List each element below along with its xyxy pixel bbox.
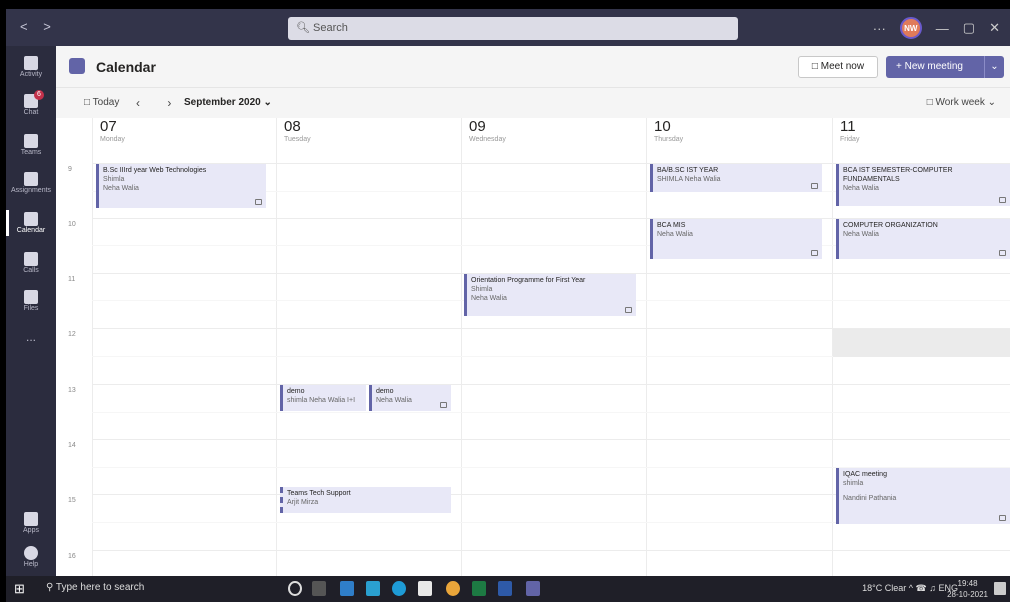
event-card[interactable]: BA/B.SC IST YEAR SHIMLA Neha Walia — [650, 164, 822, 192]
mail-icon[interactable] — [366, 581, 380, 596]
assignments-icon — [24, 172, 38, 186]
event-card[interactable]: demo Neha Walia — [369, 385, 451, 411]
chrome-icon[interactable] — [446, 581, 460, 596]
day-header-thursday[interactable]: 10 Thursday — [646, 118, 832, 156]
clock[interactable]: 19:48 28-10-2021 — [947, 578, 988, 600]
calendar-icon — [811, 183, 818, 189]
file-icon — [24, 290, 38, 304]
day-header-wednesday[interactable]: 09 Wednesday — [461, 118, 646, 156]
prev-next-arrows[interactable]: ‹ › — [136, 96, 183, 110]
teams-window: < > 🔍︎ Search ··· NW — ▢ ✕ Activity 6 Cha… — [6, 9, 1010, 602]
calendar-icon — [811, 250, 818, 256]
event-card[interactable]: Teams Tech Support Arjit Mirza — [280, 487, 451, 513]
teams-taskbar-icon[interactable] — [526, 581, 540, 596]
month-selector[interactable]: September 2020 ⌄ — [184, 97, 272, 108]
hour-label: 12 — [68, 331, 76, 338]
close-icon[interactable]: ✕ — [989, 20, 1000, 36]
calendar-icon — [999, 250, 1006, 256]
today-button[interactable]: □ Today — [84, 97, 119, 108]
more-options-icon[interactable]: ··· — [873, 21, 886, 36]
windows-start-icon[interactable]: ⊞ — [14, 582, 28, 596]
calendar-icon — [999, 515, 1006, 521]
event-card[interactable]: Orientation Programme for First Year Shim… — [464, 274, 636, 316]
store-icon[interactable] — [418, 581, 432, 596]
system-tray[interactable]: 18°C Clear ^ ☎ ♫ ENG — [862, 583, 958, 594]
rail-item-calendar[interactable]: Calendar — [6, 210, 56, 236]
blocked-slot — [833, 329, 1010, 357]
rail-item-activity[interactable]: Activity — [6, 56, 56, 78]
hour-label: 15 — [68, 497, 76, 504]
calendar-app-icon — [69, 58, 85, 74]
day-header-tuesday[interactable]: 08 Tuesday — [276, 118, 461, 156]
page-title: Calendar — [96, 59, 156, 75]
task-view-icon[interactable] — [312, 581, 326, 596]
view-selector[interactable]: □ Work week ⌄ — [927, 97, 996, 108]
avatar[interactable]: NW — [899, 17, 922, 39]
bell-icon — [24, 56, 38, 70]
hour-label: 9 — [68, 166, 72, 173]
calendar-toolbar: □ Today ‹ › September 2020 ⌄ □ Work week… — [56, 88, 1010, 118]
day-header-friday[interactable]: 11 Friday — [832, 118, 1010, 156]
event-card[interactable]: BCA MIS Neha Walia — [650, 219, 822, 259]
calendar-header: Calendar □ Meet now + New meeting ⌄ — [56, 46, 1010, 88]
hour-label: 10 — [68, 221, 76, 228]
help-icon — [24, 546, 38, 560]
event-card[interactable]: B.Sc IIIrd year Web Technologies Shimla Ne… — [96, 164, 266, 208]
back-forward-arrows[interactable]: < > — [20, 19, 57, 34]
notification-icon[interactable] — [994, 582, 1006, 595]
rail-more-button[interactable]: ... — [6, 330, 56, 344]
calendar-icon — [24, 212, 38, 226]
day-header-monday[interactable]: 07 Monday — [92, 118, 276, 156]
meet-now-button[interactable]: □ Meet now — [798, 56, 878, 78]
rail-item-calls[interactable]: Calls — [6, 252, 56, 274]
maximize-icon[interactable]: ▢ — [963, 20, 975, 36]
search-input[interactable]: 🔍︎ Search — [288, 17, 738, 40]
excel-icon[interactable] — [472, 581, 486, 596]
word-icon[interactable] — [498, 581, 512, 596]
event-card[interactable]: COMPUTER ORGANIZATION Neha Walia — [836, 219, 1010, 259]
calendar-icon — [999, 197, 1006, 203]
event-card[interactable]: IQAC meeting shimla Nandini Pathania — [836, 468, 1010, 524]
hour-label: 14 — [68, 442, 76, 449]
rail-item-assignments[interactable]: Assignments — [6, 172, 56, 194]
rail-item-chat[interactable]: 6 Chat — [6, 90, 56, 116]
new-meeting-button[interactable]: + New meeting ⌄ — [886, 56, 1004, 78]
calculator-icon[interactable] — [340, 581, 354, 596]
cortana-icon[interactable] — [288, 581, 302, 596]
phone-icon — [24, 252, 38, 266]
teams-icon — [24, 134, 38, 148]
windows-taskbar: ⊞ ⚲ Type here to search 18°C Clear ^ ☎ ♫… — [6, 576, 1010, 602]
rail-item-teams[interactable]: Teams — [6, 134, 56, 156]
hour-label: 16 — [68, 553, 76, 560]
calendar-icon — [625, 307, 632, 313]
rail-item-files[interactable]: Files — [6, 290, 56, 312]
calendar-main: Calendar □ Meet now + New meeting ⌄ □ Tod… — [56, 46, 1010, 576]
event-card[interactable]: demo shimla Neha Walia I+I — [280, 385, 366, 411]
rail-item-help[interactable]: Help — [6, 546, 56, 568]
week-grid: 07 Monday 08 Tuesday 09 Wednesday 10 Thursda… — [56, 118, 1010, 576]
hour-label: 13 — [68, 387, 76, 394]
calendar-icon — [440, 402, 447, 408]
minimize-icon[interactable]: — — [936, 21, 949, 36]
app-rail: Activity 6 Chat Teams Assignments Calenda… — [6, 46, 56, 576]
taskbar-search[interactable]: ⚲ Type here to search — [46, 582, 144, 593]
edge-icon[interactable] — [392, 581, 406, 596]
apps-icon — [24, 512, 38, 526]
chevron-down-icon[interactable]: ⌄ — [984, 56, 1004, 78]
calendar-icon — [255, 199, 262, 205]
title-bar: < > 🔍︎ Search ··· NW — ▢ ✕ — [6, 9, 1010, 46]
rail-item-apps[interactable]: Apps — [6, 512, 56, 534]
event-card[interactable]: BCA IST SEMESTER-COMPUTER FUNDAMENTALS Ne… — [836, 164, 1010, 206]
chat-badge: 6 — [34, 90, 44, 100]
hour-label: 11 — [68, 276, 76, 283]
